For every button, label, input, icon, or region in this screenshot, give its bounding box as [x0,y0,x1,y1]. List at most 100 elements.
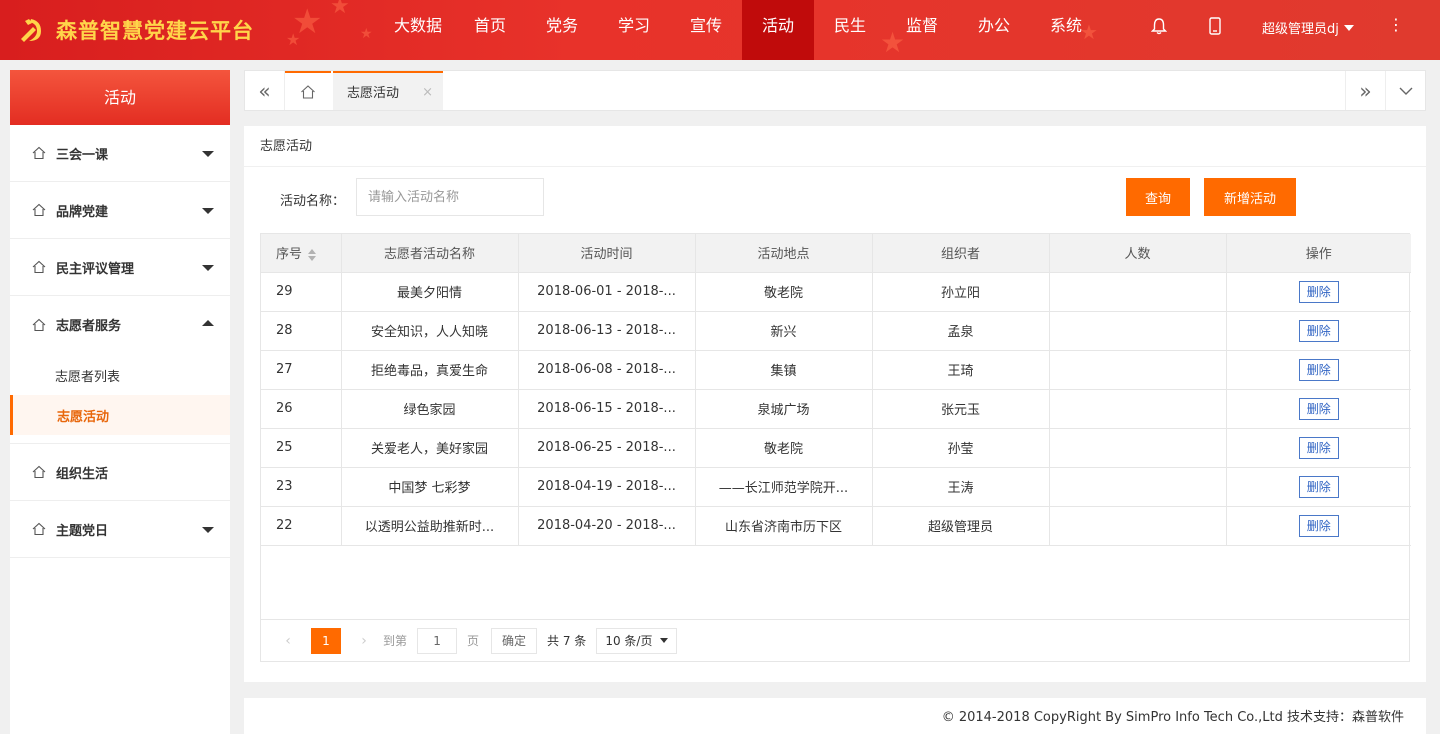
user-name: 超级管理员dj [1262,22,1339,37]
next-page-button[interactable]: › [351,633,377,649]
sidebar-submenu: 志愿者列表 志愿活动 [10,353,230,444]
tab-scroll-left-button[interactable]: « [245,71,285,110]
nav-item-study[interactable]: 学习 [598,0,670,60]
close-icon[interactable]: × [422,85,433,100]
cell-id: 29 [261,272,342,312]
mobile-icon[interactable] [1208,17,1226,37]
cell-name: 中国梦 七彩梦 [341,467,519,507]
app-title: 森普智慧党建云平台 [56,19,254,43]
decor-star: ★ [330,0,350,19]
add-activity-button[interactable]: 新增活动 [1204,178,1296,216]
cell-count [1049,272,1227,312]
caret-up-icon [202,320,214,326]
party-emblem-icon [14,14,46,46]
delete-button[interactable]: 删除 [1298,280,1339,303]
cell-place: 山东省济南市历下区 [695,506,873,546]
cell-name: 以透明公益助推新时... [341,506,519,546]
sidebar-item-label: 志愿者服务 [56,319,122,334]
main-nav: 大数据 首页 党务 学习 宣传 活动 民生 监督 办公 系统 [382,0,1102,60]
tab-volunteer-activity[interactable]: 志愿活动 × [333,71,443,110]
nav-item-publicity[interactable]: 宣传 [670,0,742,60]
cell-action: 删除 [1226,467,1411,507]
delete-button[interactable]: 删除 [1298,475,1339,498]
cell-organizer: 王琦 [872,350,1050,390]
cell-count [1049,350,1227,390]
nav-item-livelihood[interactable]: 民生 [814,0,886,60]
sidebar-subitem-volunteer-list[interactable]: 志愿者列表 [10,355,230,395]
cell-time: 2018-04-19 - 2018-... [518,467,696,507]
cell-time: 2018-06-13 - 2018-... [518,311,696,351]
delete-button[interactable]: 删除 [1298,397,1339,420]
cell-name: 拒绝毒品，真爱生命 [341,350,519,390]
page-size-select[interactable]: 10 条/页 [596,627,678,654]
column-header-id[interactable]: 序号 [261,234,342,273]
tab-menu-button[interactable] [1385,71,1425,110]
page-label: 页 [467,634,480,648]
cell-name: 最美夕阳情 [341,272,519,312]
home-icon [32,465,46,479]
cell-count [1049,506,1227,546]
cell-place: 敬老院 [695,428,873,468]
nav-item-bigdata[interactable]: 大数据 [382,0,454,60]
tab-home[interactable] [285,71,331,110]
cell-place: ——长江师范学院开... [695,467,873,507]
home-icon [32,522,46,536]
copyright-text: © 2014-2018 CopyRight By SimPro Info Tec… [941,710,1404,725]
cell-id: 25 [261,428,342,468]
prev-page-button[interactable]: ‹ [275,633,301,649]
sidebar-item-volunteer-service[interactable]: 志愿者服务 [10,296,230,353]
top-header: ★ ★ ★ ★ ★ ★ 森普智慧党建云平台 大数据 首页 党务 学习 宣传 活动… [0,0,1440,60]
activity-name-input[interactable] [356,178,544,216]
delete-button[interactable]: 删除 [1298,358,1339,381]
table-header-row: 序号 志愿者活动名称 活动时间 活动地点 组织者 人数 操作 [261,234,1411,273]
sort-icon[interactable] [308,248,317,261]
table-row: 22 以透明公益助推新时... 2018-04-20 - 2018-... 山东… [261,506,1411,546]
sidebar: 活动 三会一课 品牌党建 民主评议管理 志愿者服务 志愿者列表 志愿活动 组织生… [10,70,230,734]
sidebar-item-brand-building[interactable]: 品牌党建 [10,182,230,239]
nav-item-system[interactable]: 系统 [1030,0,1102,60]
tab-scroll-right-button[interactable]: » [1345,71,1385,110]
sidebar-subitem-volunteer-activity[interactable]: 志愿活动 [10,395,230,435]
total-count: 共 7 条 [547,634,587,648]
page-number-current[interactable]: 1 [311,627,341,654]
cell-time: 2018-04-20 - 2018-... [518,506,696,546]
column-header-time: 活动时间 [518,234,696,273]
sidebar-item-organization-life[interactable]: 组织生活 [10,444,230,501]
nav-item-party-affairs[interactable]: 党务 [526,0,598,60]
cell-organizer: 王涛 [872,467,1050,507]
cell-time: 2018-06-01 - 2018-... [518,272,696,312]
delete-button[interactable]: 删除 [1298,514,1339,537]
nav-item-activity[interactable]: 活动 [742,0,814,60]
delete-button[interactable]: 删除 [1298,319,1339,342]
caret-down-icon [1343,24,1354,31]
double-chevron-left-icon: « [258,78,271,103]
sidebar-item-three-meetings[interactable]: 三会一课 [10,125,230,182]
cell-action: 删除 [1226,350,1411,390]
cell-organizer: 张元玉 [872,389,1050,429]
user-menu[interactable]: 超级管理员dj [1262,18,1354,37]
cell-count [1049,428,1227,468]
nav-item-home[interactable]: 首页 [454,0,526,60]
home-icon [32,318,46,331]
goto-confirm-button[interactable]: 确定 [491,627,538,654]
sidebar-item-theme-party-day[interactable]: 主题党日 [10,501,230,558]
table-row: 28 安全知识，人人知晓 2018-06-13 - 2018-... 新兴 孟泉… [261,311,1411,351]
delete-button[interactable]: 删除 [1298,436,1339,459]
goto-page-input[interactable] [417,627,458,654]
table-row: 23 中国梦 七彩梦 2018-04-19 - 2018-... ——长江师范学… [261,467,1411,507]
bell-icon[interactable] [1150,17,1169,37]
query-button[interactable]: 查询 [1126,178,1190,216]
sidebar-item-democratic-review[interactable]: 民主评议管理 [10,239,230,296]
nav-item-office[interactable]: 办公 [958,0,1030,60]
app-logo[interactable]: 森普智慧党建云平台 [14,10,254,50]
nav-item-supervision[interactable]: 监督 [886,0,958,60]
cell-id: 22 [261,506,342,546]
table-row: 26 绿色家园 2018-06-15 - 2018-... 泉城广场 张元玉 删… [261,389,1411,429]
sidebar-item-label: 民主评议管理 [56,261,135,277]
more-icon[interactable]: ⋮ [1388,17,1404,33]
cell-count [1049,467,1227,507]
column-header-organizer: 组织者 [872,234,1050,273]
table-row: 25 关爱老人，美好家园 2018-06-25 - 2018-... 敬老院 孙… [261,428,1411,468]
cell-time: 2018-06-08 - 2018-... [518,350,696,390]
tab-bar: « 志愿活动 × » [244,70,1426,111]
